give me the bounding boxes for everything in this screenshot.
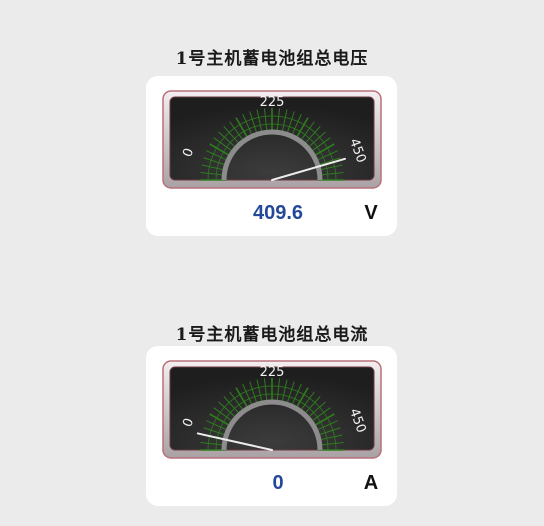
gauge-card: 0 225 450 409.6 V	[146, 76, 397, 236]
gauge-mid-label: 225	[260, 365, 285, 380]
gauge-value: 0	[272, 472, 284, 494]
gauge-title: 1号主机蓄电池组总电流	[175, 325, 369, 345]
gauge-mid-label: 225	[260, 95, 285, 110]
gauge-title: 1号主机蓄电池组总电压	[175, 49, 369, 69]
analog-gauge: 0225450	[162, 360, 382, 459]
analog-gauge: 0225450	[162, 90, 382, 189]
gauge-card: 0 225 450 0 A	[146, 346, 397, 506]
gauge-value: 409.6	[252, 202, 304, 224]
gauge-unit: V	[364, 202, 378, 224]
gauge-unit: A	[363, 472, 379, 494]
